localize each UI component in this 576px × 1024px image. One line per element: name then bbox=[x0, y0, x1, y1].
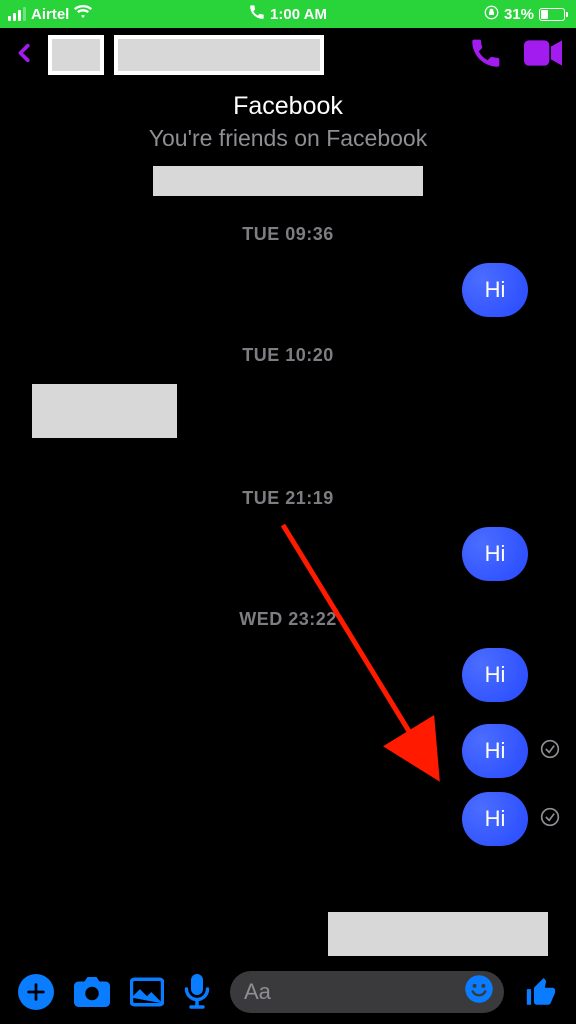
outgoing-message: Hi bbox=[462, 792, 528, 846]
carrier-label: Airtel bbox=[31, 6, 69, 23]
message-row[interactable]: Hi bbox=[0, 527, 576, 581]
gallery-button[interactable] bbox=[130, 977, 164, 1007]
status-bar: Airtel 1:00 AM 31% bbox=[0, 0, 576, 28]
battery-icon bbox=[539, 8, 568, 21]
timestamp-separator: TUE 21:19 bbox=[0, 488, 576, 509]
outgoing-message: Hi bbox=[462, 263, 528, 317]
delivered-check-icon bbox=[540, 739, 560, 764]
wifi-icon bbox=[74, 5, 92, 23]
message-row[interactable]: Hi bbox=[0, 263, 576, 317]
outgoing-message: Hi bbox=[462, 527, 528, 581]
platform-label: Facebook bbox=[0, 92, 576, 121]
message-input[interactable]: Aa bbox=[230, 971, 504, 1013]
delivered-check-icon bbox=[540, 807, 560, 832]
incoming-message-redacted bbox=[32, 384, 177, 438]
message-row[interactable]: Hi bbox=[0, 724, 576, 778]
orientation-lock-icon bbox=[484, 5, 499, 24]
voice-call-button[interactable] bbox=[470, 37, 502, 74]
outgoing-message: Hi bbox=[462, 724, 528, 778]
friends-status: You're friends on Facebook bbox=[0, 125, 576, 152]
outgoing-message: Hi bbox=[462, 648, 528, 702]
camera-button[interactable] bbox=[74, 976, 110, 1008]
redacted-info bbox=[153, 166, 423, 196]
clock-time: 1:00 AM bbox=[270, 6, 327, 23]
message-row[interactable]: Hi bbox=[0, 648, 576, 702]
avatar-redacted bbox=[48, 35, 104, 75]
emoji-button[interactable] bbox=[464, 974, 494, 1010]
redacted-block bbox=[328, 912, 548, 956]
message-row[interactable] bbox=[0, 384, 576, 438]
signal-bars-icon bbox=[8, 7, 26, 21]
contact-name-redacted bbox=[114, 35, 324, 75]
battery-pct: 31% bbox=[504, 6, 534, 23]
thumbs-up-button[interactable] bbox=[524, 975, 558, 1009]
back-button[interactable] bbox=[14, 38, 36, 73]
message-scroll[interactable]: Facebook You're friends on Facebook TUE … bbox=[0, 82, 576, 960]
timestamp-separator: WED 23:22 bbox=[0, 609, 576, 630]
plus-circle-icon bbox=[18, 974, 54, 1010]
microphone-button[interactable] bbox=[184, 974, 210, 1010]
conversation-header bbox=[0, 28, 576, 82]
add-button[interactable] bbox=[18, 974, 54, 1010]
call-icon bbox=[249, 4, 265, 24]
timestamp-separator: TUE 10:20 bbox=[0, 345, 576, 366]
message-row[interactable]: Hi bbox=[0, 792, 576, 846]
input-placeholder: Aa bbox=[244, 979, 271, 1005]
timestamp-separator: TUE 09:36 bbox=[0, 224, 576, 245]
composer-toolbar: Aa bbox=[0, 960, 576, 1024]
video-call-button[interactable] bbox=[524, 40, 562, 71]
